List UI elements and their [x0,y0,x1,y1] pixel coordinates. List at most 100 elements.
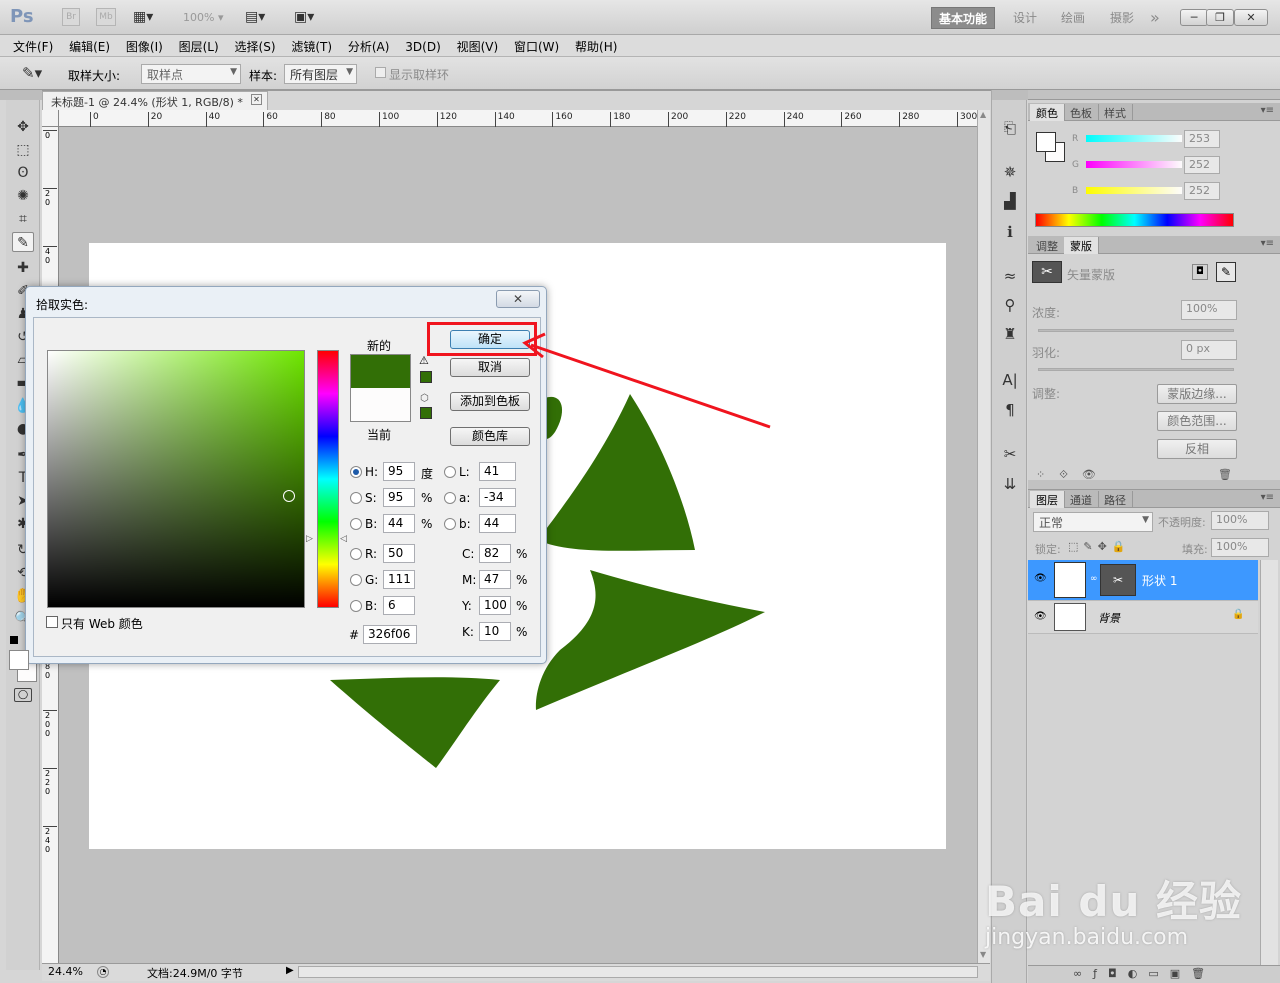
web-safe-swatch[interactable] [420,407,432,419]
s-input[interactable]: 95 [383,488,415,507]
current-color-swatch[interactable] [351,388,410,421]
crop-tool-icon[interactable]: ⌗ [12,209,34,229]
paragraph-panel-icon[interactable]: ¶ [1001,401,1019,419]
link-chain-icon[interactable]: ∞ [1090,574,1098,584]
menu-select[interactable]: 选择(S) [229,35,282,55]
histogram-panel-icon[interactable]: ▟ [1001,192,1019,210]
h-input[interactable]: 95 [383,462,415,481]
brightness-input[interactable]: 44 [383,514,415,533]
feather-slider[interactable] [1038,368,1234,371]
h-radio[interactable] [350,466,362,478]
color-g-slider[interactable] [1086,161,1182,168]
layers-scrollbar[interactable] [1260,560,1278,965]
navigator-panel-icon[interactable]: ✵ [1001,163,1019,181]
workspace-design[interactable]: 设计 [1006,7,1044,29]
layers-panel-menu-icon[interactable]: ▾≡ [1261,492,1274,503]
l-input[interactable]: 41 [479,462,516,481]
layer-row-background[interactable]: 👁 背景 🔒 [1028,600,1258,634]
menu-file[interactable]: 文件(F) [7,35,59,55]
hue-slider[interactable] [317,350,339,608]
workspace-painting[interactable]: 绘画 [1054,7,1092,29]
hue-slider-left-arrow-icon[interactable]: ▷ [306,534,313,544]
zoom-readout[interactable]: 24.4% [48,965,83,978]
tab-channels[interactable]: 通道 [1064,491,1099,508]
panel-group-header[interactable] [1028,90,1280,100]
marquee-tool-icon[interactable]: ⬚ [12,140,34,160]
web-colors-only-checkbox[interactable] [46,616,58,628]
mask-panel-menu-icon[interactable]: ▾≡ [1261,238,1274,249]
document-tab[interactable]: 未标题-1 @ 24.4% (形状 1, RGB/8) * ✕ [42,91,268,110]
color-g-field[interactable]: 252 [1184,156,1220,174]
workspace-essentials[interactable]: 基本功能 [931,7,996,29]
eyedropper-tool-icon[interactable]: ✎ [12,232,34,252]
c-input[interactable]: 82 [479,544,511,563]
bridge-button[interactable]: Br [62,8,80,26]
menu-help[interactable]: 帮助(H) [569,35,623,55]
brightness-radio[interactable] [350,518,362,530]
saturation-brightness-field[interactable] [47,350,305,608]
vertical-scrollbar[interactable]: ▲ ▼ [977,110,990,963]
arrange-documents-icon[interactable]: ▤▾ [245,9,265,25]
show-sampling-ring-checkbox[interactable] [375,67,386,78]
density-slider[interactable] [1038,329,1234,332]
close-document-icon[interactable]: ✕ [251,94,262,105]
density-field[interactable]: 100% [1181,300,1237,320]
ruler-origin[interactable] [42,110,59,127]
tab-masks[interactable]: 蒙版 [1064,237,1099,254]
menu-view[interactable]: 视图(V) [451,35,505,55]
fill-field[interactable]: 100% [1211,538,1269,557]
r-input[interactable]: 50 [383,544,415,563]
hex-input[interactable]: 326f06 [363,625,417,644]
web-safe-cube-icon[interactable]: ⬡ [420,393,429,404]
lab-b-input[interactable]: 44 [479,514,516,533]
k-input[interactable]: 10 [479,622,511,641]
zoom-level-dropdown[interactable]: 100% ▾ [183,11,223,24]
healing-brush-tool-icon[interactable]: ✚ [12,258,34,278]
r-radio[interactable] [350,548,362,560]
tab-layers[interactable]: 图层 [1030,491,1065,508]
color-ramp[interactable] [1035,213,1234,227]
3d-panel-icon[interactable]: ⇊ [1001,475,1019,493]
menu-image[interactable]: 图像(I) [120,35,169,55]
opacity-field[interactable]: 100% [1211,511,1269,530]
color-panel-menu-icon[interactable]: ▾≡ [1261,105,1274,116]
b-radio[interactable] [350,600,362,612]
b-input[interactable]: 6 [383,596,415,615]
color-r-field[interactable]: 253 [1184,130,1220,148]
tab-paths[interactable]: 路径 [1098,491,1133,508]
add-vector-mask-icon[interactable]: ✎ [1216,262,1236,282]
g-input[interactable]: 111 [383,570,415,589]
dialog-close-button[interactable]: ✕ [496,290,540,308]
menu-edit[interactable]: 编辑(E) [63,35,116,55]
color-range-button[interactable]: 颜色范围... [1157,411,1237,431]
color-b-field[interactable]: 252 [1184,182,1220,200]
menu-filter[interactable]: 滤镜(T) [285,35,338,55]
clone-source-icon[interactable]: ♜ [1001,325,1019,343]
sample-size-select[interactable]: 取样点 ▼ [141,64,241,84]
tab-styles[interactable]: 样式 [1098,104,1133,121]
status-menu-arrow-icon[interactable]: ▶ [286,965,294,976]
restore-button[interactable]: ❐ [1206,9,1234,26]
horizontal-scrollbar[interactable] [298,966,978,978]
move-tool-icon[interactable]: ✥ [12,117,34,137]
blend-mode-select[interactable]: 正常 ▼ [1033,512,1153,532]
lab-b-radio[interactable] [444,518,456,530]
tool-presets-icon[interactable]: ✂ [1001,445,1019,463]
feather-field[interactable]: 0 px [1181,340,1237,360]
eyedropper-preset-icon[interactable]: ✎▾ [22,64,42,82]
character-panel-icon[interactable]: A| [1001,371,1019,389]
close-window-button[interactable]: ✕ [1234,9,1268,26]
visibility-eye-icon[interactable]: 👁 [1034,611,1047,622]
m-input[interactable]: 47 [479,570,511,589]
view-extras-icon[interactable]: ▦▾ [133,9,153,25]
lock-icons[interactable]: ⬚✎✥🔒 [1068,540,1131,553]
s-radio[interactable] [350,492,362,504]
foreground-color-swatch[interactable] [9,650,29,670]
color-b-slider[interactable] [1086,187,1182,194]
color-panel-foreground[interactable] [1036,132,1056,152]
default-colors-icon[interactable] [10,636,18,644]
workspace-photography[interactable]: 摄影 [1103,7,1141,29]
invert-button[interactable]: 反相 [1157,439,1237,459]
tab-swatches[interactable]: 色板 [1064,104,1099,121]
g-radio[interactable] [350,574,362,586]
